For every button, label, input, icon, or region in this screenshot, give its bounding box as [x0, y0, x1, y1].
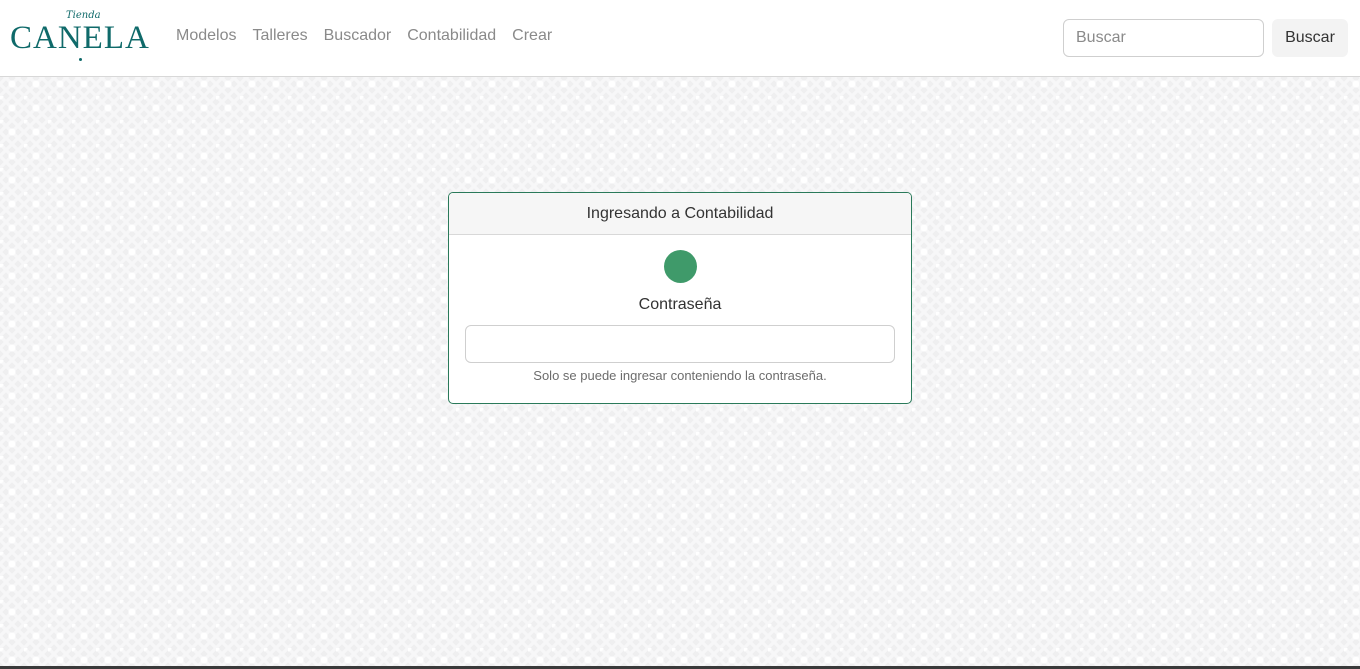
top-navbar: Tienda CANELA Modelos Talleres Buscador …: [0, 0, 1360, 77]
card-title: Ingresando a Contabilidad: [449, 193, 911, 235]
password-label: Contraseña: [638, 296, 722, 313]
nav-link-crear[interactable]: Crear: [512, 27, 552, 45]
brand-dot-icon: [79, 58, 82, 61]
search-input[interactable]: [1063, 19, 1264, 57]
nav-link-modelos[interactable]: Modelos: [176, 27, 236, 45]
password-help-text: Solo se puede ingresar conteniendo la co…: [533, 368, 827, 383]
nav-link-talleres[interactable]: Talleres: [252, 27, 307, 45]
nav-link-contabilidad[interactable]: Contabilidad: [407, 27, 496, 45]
status-circle-icon: [664, 250, 697, 283]
brand-logo[interactable]: Tienda CANELA: [10, 10, 155, 66]
nav-link-buscador[interactable]: Buscador: [324, 27, 392, 45]
search-button[interactable]: Buscar: [1272, 19, 1348, 57]
nav-links: Modelos Talleres Buscador Contabilidad C…: [176, 27, 568, 45]
login-card: Ingresando a Contabilidad Contraseña Sol…: [448, 192, 912, 404]
brand-name: CANELA: [10, 20, 150, 56]
password-field[interactable]: [465, 325, 895, 363]
